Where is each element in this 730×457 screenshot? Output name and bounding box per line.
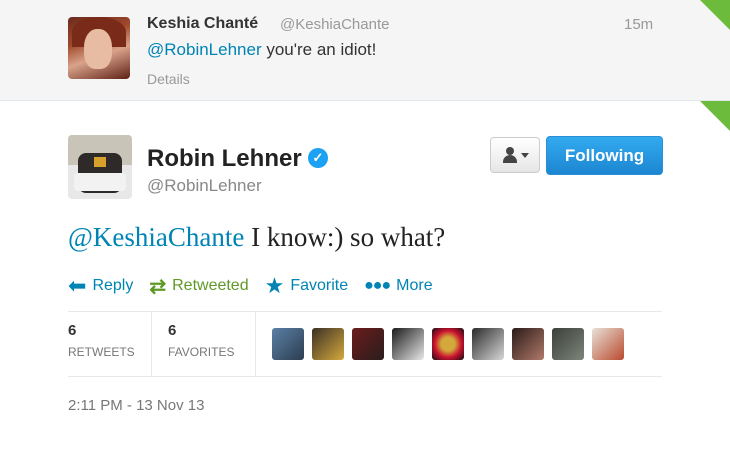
tweet-text: @KeshiaChante I know:) so what?: [68, 222, 445, 253]
details-link[interactable]: Details: [147, 71, 190, 87]
author-handle[interactable]: @KeshiaChante: [280, 16, 389, 33]
favorites-stat[interactable]: 6 FAVORITES: [152, 312, 256, 376]
retweet-icon: ⇄: [149, 275, 167, 298]
favoriter-avatar[interactable]: [312, 328, 344, 360]
tweet-time[interactable]: 15m: [624, 16, 653, 33]
favorites-count: 6: [168, 322, 177, 339]
tweet-actions: ⬅ Reply ⇄ Retweeted ★ Favorite ●●● More: [68, 273, 449, 299]
person-icon: [502, 147, 518, 163]
star-icon: ★: [264, 273, 285, 298]
favoriter-avatar[interactable]: [392, 328, 424, 360]
avatar-face: [84, 29, 112, 69]
retweet-label: Retweeted: [172, 277, 249, 294]
favoriter-avatar[interactable]: [512, 328, 544, 360]
tweet-body: you're an idiot!: [261, 40, 377, 59]
favorites-label: FAVORITES: [168, 345, 235, 359]
main-tweet: Robin Lehner ✓ @RobinLehner Following @K…: [0, 101, 730, 457]
author-name[interactable]: Keshia Chanté: [147, 15, 258, 33]
avatar[interactable]: [68, 17, 130, 79]
verified-badge-icon: ✓: [308, 148, 328, 168]
retweets-label: RETWEETS: [68, 345, 135, 359]
reply-arrow-icon: ⬅: [68, 273, 87, 298]
reply-label: Reply: [92, 277, 134, 294]
reply-tweet[interactable]: Keshia Chanté @KeshiaChante 15m @RobinLe…: [0, 0, 730, 101]
following-button[interactable]: Following: [546, 136, 663, 175]
more-button[interactable]: ●●● More: [364, 277, 432, 295]
favoriter-avatar[interactable]: [552, 328, 584, 360]
retweet-button[interactable]: ⇄ Retweeted: [149, 274, 248, 299]
mention-link[interactable]: @RobinLehner: [147, 40, 262, 59]
tweet-text: @RobinLehner you're an idiot!: [147, 40, 376, 60]
avatar[interactable]: [68, 135, 132, 199]
favoriter-avatar[interactable]: [472, 328, 504, 360]
avatar-jersey-accent: [94, 157, 106, 167]
favoriter-avatar[interactable]: [272, 328, 304, 360]
avatar-pad: [74, 173, 126, 191]
favorite-label: Favorite: [290, 277, 349, 294]
retweet-corner-icon: [700, 0, 730, 30]
author-handle[interactable]: @RobinLehner: [147, 176, 262, 196]
more-label: More: [396, 277, 433, 294]
caret-down-icon: [520, 152, 529, 158]
favorite-button[interactable]: ★ Favorite: [265, 273, 349, 299]
mention-link[interactable]: @KeshiaChante: [68, 222, 244, 252]
retweets-count: 6: [68, 322, 77, 339]
retweets-stat[interactable]: 6 RETWEETS: [68, 312, 152, 376]
favoriter-avatar[interactable]: [432, 328, 464, 360]
tweet-timestamp: 2:11 PM - 13 Nov 13: [68, 397, 205, 414]
favoriter-avatar[interactable]: [592, 328, 624, 360]
dots-icon: ●●●: [364, 277, 391, 294]
tweet-stats: 6 RETWEETS 6 FAVORITES: [68, 311, 662, 377]
favoriter-avatar[interactable]: [352, 328, 384, 360]
reply-button[interactable]: ⬅ Reply: [68, 273, 133, 299]
favoriter-avatars: [256, 312, 624, 376]
tweet-body: I know:) so what?: [244, 222, 446, 252]
retweet-corner-icon: [700, 101, 730, 131]
user-actions-button[interactable]: [490, 137, 540, 173]
author-name[interactable]: Robin Lehner: [147, 145, 302, 173]
